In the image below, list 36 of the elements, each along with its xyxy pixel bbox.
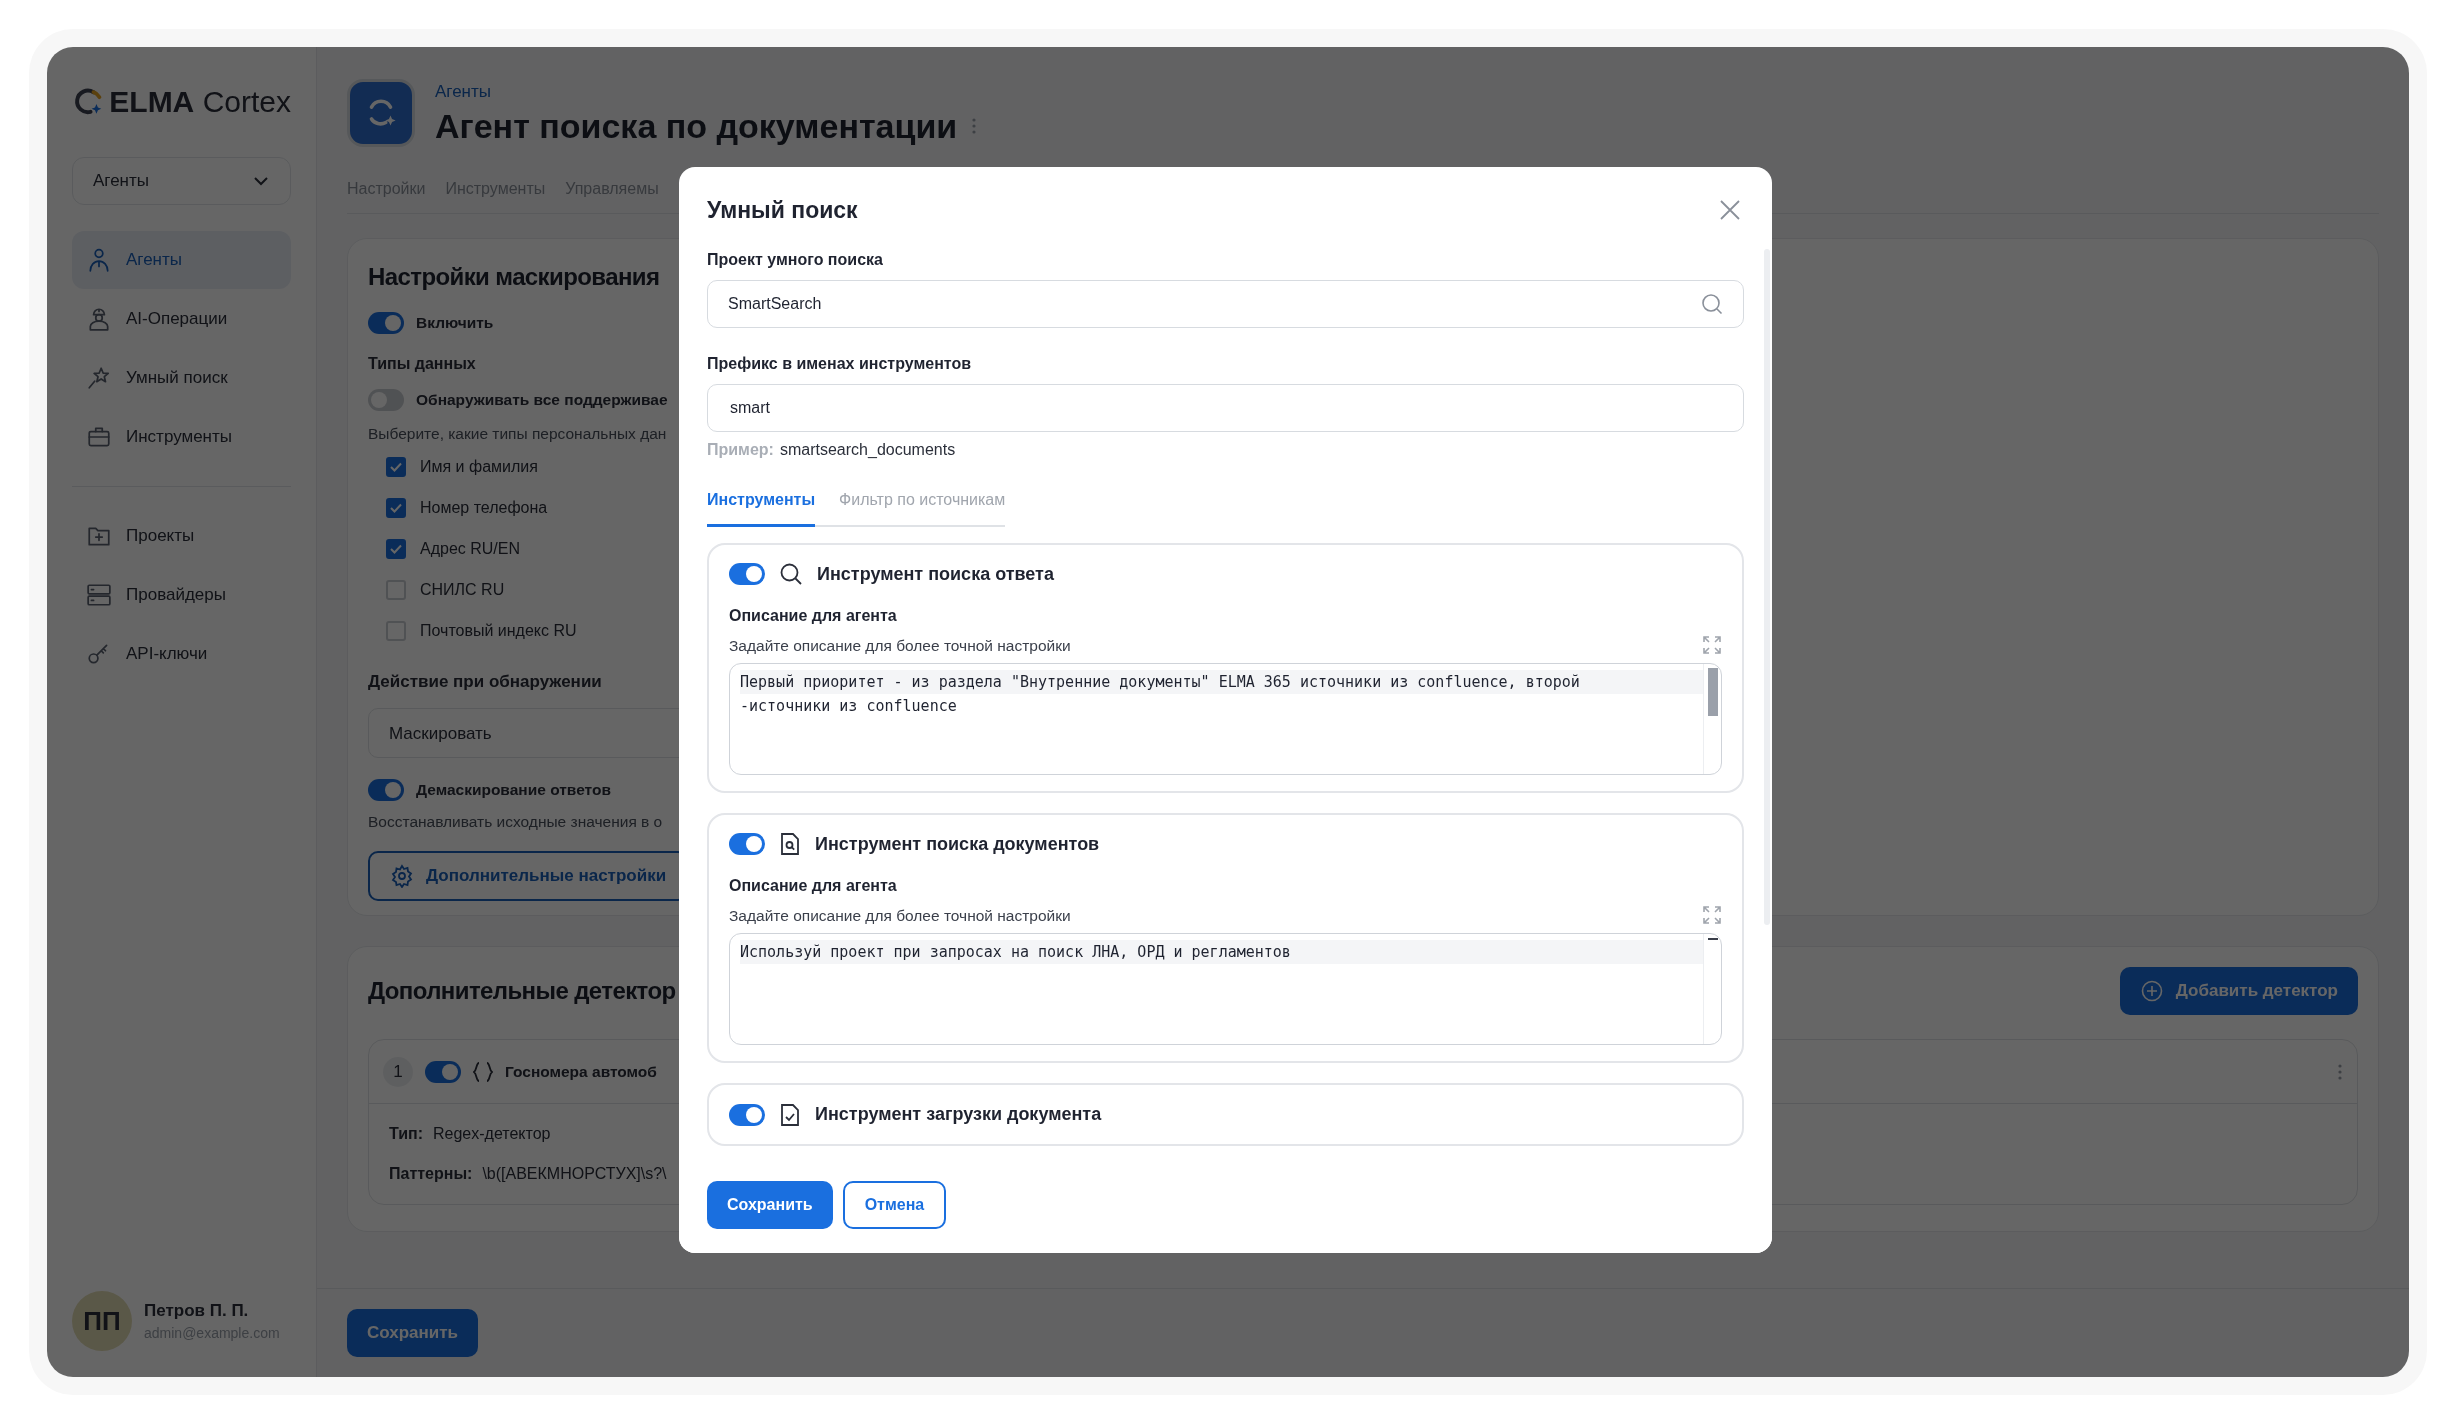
- field-label: Описание для агента: [729, 875, 897, 896]
- detector-name: Госномера автомоб: [505, 1061, 657, 1082]
- section-title: Дополнительные детектор: [368, 976, 676, 1006]
- avatar: ПП: [72, 1291, 132, 1351]
- checkbox-label: Имя и фамилия: [420, 456, 538, 477]
- field-value: Regex-детектор: [433, 1124, 551, 1144]
- field-label: Проект умного поиска: [707, 249, 883, 270]
- section-title: Настройки маскирования: [368, 262, 660, 292]
- field-label: Паттерны:: [389, 1164, 473, 1184]
- hint-text: Выберите, какие типы персональных дан: [368, 423, 667, 444]
- checkbox-label: Адрес RU/EN: [420, 538, 521, 559]
- toggle-label: Обнаруживать все поддерживае: [416, 390, 668, 411]
- toggle-label: Включить: [416, 313, 494, 333]
- tool-title: Инструмент загрузки документа: [815, 1103, 1102, 1126]
- tool-title: Инструмент поиска ответа: [817, 562, 1054, 586]
- dialog-title: Умный поиск: [707, 196, 858, 225]
- example-label: Пример:: [707, 439, 774, 460]
- hint-text: Задайте описание для более точной настройки: [729, 635, 1071, 656]
- checkbox-label: Номер телефона: [420, 497, 548, 518]
- example-value: smartsearch_documents: [779, 439, 956, 460]
- logo-text: ELMA Cortex: [109, 87, 291, 117]
- number-badge: 1: [383, 1056, 413, 1087]
- field-label: Префикс в именах инструментов: [707, 353, 972, 374]
- field-label: Тип:: [389, 1124, 423, 1144]
- field-label: Типы данных: [368, 354, 476, 375]
- field-label: Действие при обнаружении: [368, 670, 602, 693]
- hint-text: Задайте описание для более точной настройки: [729, 905, 1071, 926]
- hint-text: Восстанавливать исходные значения в о: [368, 811, 663, 832]
- tool-title: Инструмент поиска документов: [815, 832, 1100, 856]
- field-value: \b([АВЕКМНОРСТУХ]\s?\: [482, 1164, 667, 1184]
- field-label: Описание для агента: [729, 605, 897, 626]
- toggle-label: Демаскирование ответов: [416, 780, 611, 801]
- checkbox-label: Почтовый индекс RU: [420, 620, 577, 641]
- page-title: Агент поиска по документации: [435, 105, 958, 147]
- checkbox-label: СНИЛС RU: [420, 579, 505, 600]
- user-name: Петров П. П.: [144, 1299, 250, 1322]
